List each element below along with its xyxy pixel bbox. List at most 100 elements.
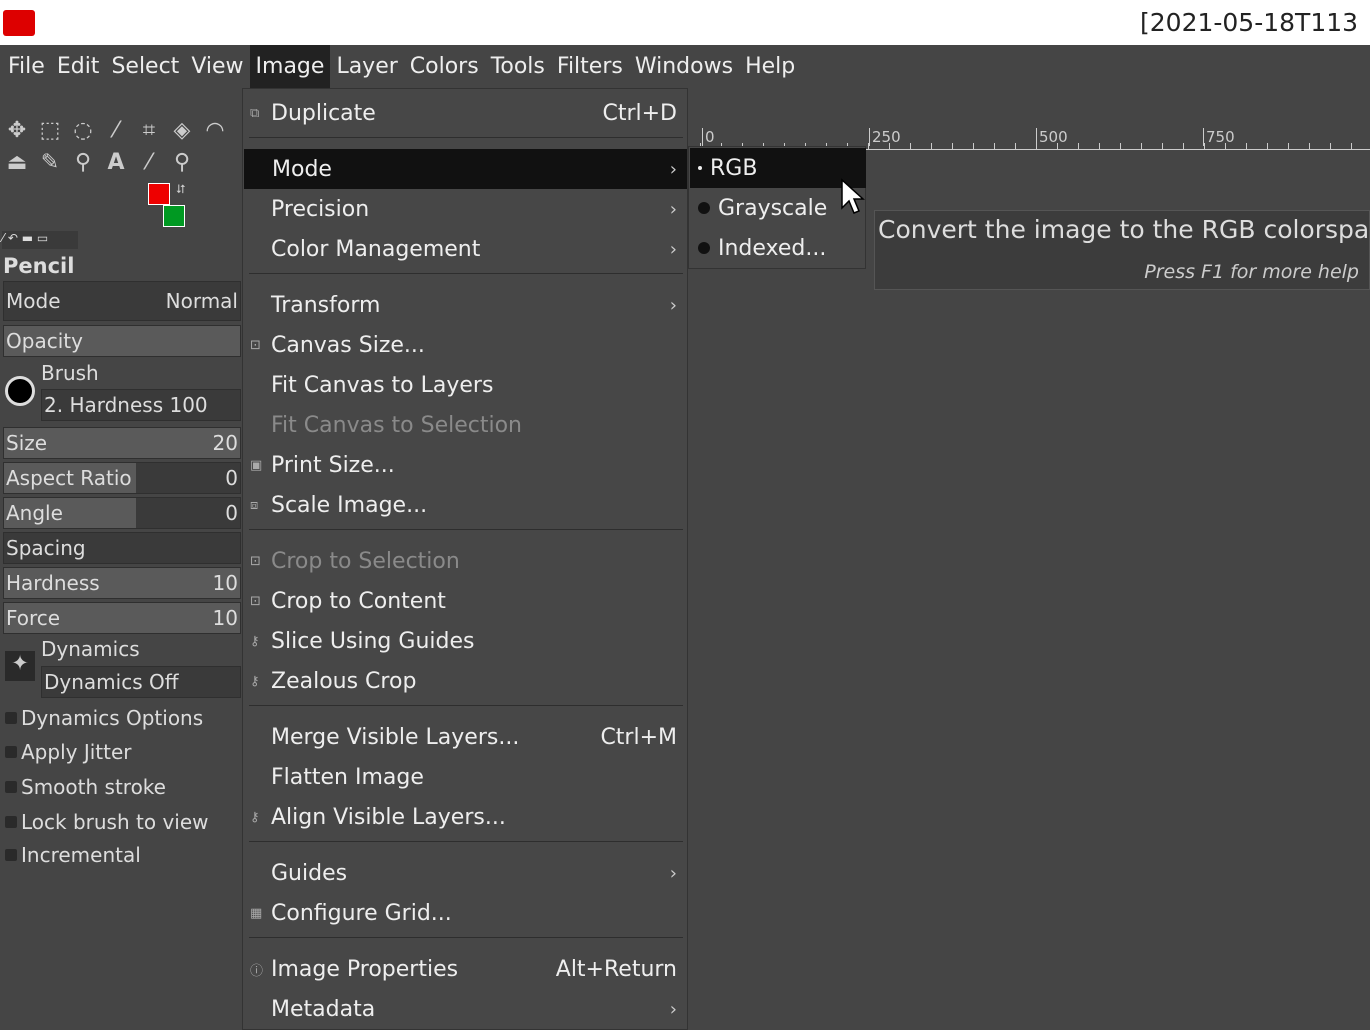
hardness-value: 10 xyxy=(212,571,238,595)
menu-item-color-management[interactable]: Color Management › xyxy=(243,229,687,269)
window-title: [2021-05-18T113 xyxy=(1140,8,1359,37)
brush-select[interactable]: 2. Hardness 100 xyxy=(41,389,241,421)
menu-item-precision[interactable]: Precision › xyxy=(243,189,687,229)
menu-item-configure-grid[interactable]: ▦ Configure Grid... xyxy=(243,893,687,933)
menu-item-label: Merge Visible Layers... xyxy=(271,724,520,750)
menu-separator xyxy=(249,137,683,138)
ruler-tick xyxy=(1225,143,1226,149)
background-color-swatch[interactable] xyxy=(163,205,185,227)
spacing-slider[interactable]: Spacing xyxy=(3,532,241,564)
menu-item-icon: ⚷ xyxy=(250,633,260,649)
menu-item-crop-to-content[interactable]: ⊡ Crop to Content xyxy=(243,581,687,621)
checkbox-box[interactable] xyxy=(5,746,17,758)
menu-item-image-properties[interactable]: ⓘ Image Properties Alt+Return xyxy=(243,949,687,989)
ruler-tick xyxy=(1267,143,1268,149)
checkbox-incremental[interactable]: Incremental xyxy=(5,843,141,867)
menu-tools[interactable]: Tools xyxy=(485,45,551,88)
menu-item-label: Configure Grid... xyxy=(271,900,452,926)
submenu-item-indexed[interactable]: Indexed... xyxy=(690,228,866,268)
checkbox-box[interactable] xyxy=(5,849,17,861)
menu-item-guides[interactable]: Guides › xyxy=(243,853,687,893)
warp-tool-icon[interactable]: ◠ xyxy=(202,118,228,144)
menu-item-scale-image[interactable]: ⧈ Scale Image... xyxy=(243,485,687,525)
toolbox-panel: ✥ ⬚ ◌ ⁄ ⌗ ◈ ◠ ⏏ ✎ ⚲ A ⁄ ⚲ ⮃ ⁄ ↶ ▬ ▭ Penc… xyxy=(0,88,241,1030)
menu-item-zealous-crop[interactable]: ⚷ Zealous Crop xyxy=(243,661,687,701)
color-picker-tool-icon[interactable]: ⁄ xyxy=(136,150,162,176)
brush-preview[interactable] xyxy=(5,376,35,406)
checkbox-dynamics-options[interactable]: Dynamics Options xyxy=(5,706,203,730)
menu-edit[interactable]: Edit xyxy=(51,45,106,88)
menu-item-label: Duplicate xyxy=(271,100,376,126)
paths-tool-icon[interactable]: ⚲ xyxy=(70,150,96,176)
menu-windows[interactable]: Windows xyxy=(629,45,739,88)
aspect-ratio-slider[interactable]: Aspect Ratio 0 xyxy=(3,462,241,494)
size-slider[interactable]: Size 20 xyxy=(3,427,241,459)
menu-file[interactable]: File xyxy=(2,45,51,88)
ruler-tick xyxy=(1057,143,1058,149)
ruler-tick xyxy=(1204,143,1205,149)
smudge-tool-icon[interactable]: ✎ xyxy=(37,150,63,176)
dynamics-value: Dynamics Off xyxy=(44,670,179,694)
menu-filters[interactable]: Filters xyxy=(551,45,629,88)
foreground-color-swatch[interactable] xyxy=(148,183,170,205)
menu-help[interactable]: Help xyxy=(739,45,801,88)
fuzzy-select-tool-icon[interactable]: ⁄ xyxy=(103,118,129,144)
mouse-cursor-icon xyxy=(841,178,865,214)
ruler-tick xyxy=(1246,143,1247,149)
menu-item-duplicate[interactable]: ⧉ Duplicate Ctrl+D xyxy=(243,93,687,133)
text-tool-icon[interactable]: A xyxy=(103,150,129,176)
menu-item-fit-canvas-to-layers[interactable]: Fit Canvas to Layers xyxy=(243,365,687,405)
menu-item-transform[interactable]: Transform › xyxy=(243,285,687,325)
menu-item-crop-to-selection[interactable]: ⊡ Crop to Selection xyxy=(243,541,687,581)
dynamics-select[interactable]: Dynamics Off xyxy=(41,666,241,698)
move-tool-icon[interactable]: ✥ xyxy=(4,118,30,144)
force-slider[interactable]: Force 10 xyxy=(3,602,241,634)
lasso-tool-icon[interactable]: ◌ xyxy=(70,118,96,144)
angle-value: 0 xyxy=(225,501,238,525)
menu-item-canvas-size[interactable]: ⊡ Canvas Size... xyxy=(243,325,687,365)
checkbox-smooth-stroke[interactable]: Smooth stroke xyxy=(5,775,166,799)
menu-separator xyxy=(249,529,683,530)
dock-tabs[interactable]: ⁄ ↶ ▬ ▭ xyxy=(2,231,78,249)
menu-image[interactable]: Image xyxy=(249,45,331,88)
crop-tool-icon[interactable]: ⌗ xyxy=(136,118,162,144)
size-value: 20 xyxy=(212,431,238,455)
checkbox-lock-brush-to-view[interactable]: Lock brush to view xyxy=(5,810,209,834)
menu-colors[interactable]: Colors xyxy=(404,45,485,88)
checkbox-box[interactable] xyxy=(5,781,17,793)
checkbox-box[interactable] xyxy=(5,816,17,828)
ruler-label: 500 xyxy=(1036,128,1068,146)
menu-view[interactable]: View xyxy=(185,45,249,88)
menu-item-icon: ⧈ xyxy=(250,497,259,513)
transform-tool-icon[interactable]: ◈ xyxy=(169,118,195,144)
angle-slider[interactable]: Angle 0 xyxy=(3,497,241,529)
menu-item-flatten-image[interactable]: Flatten Image xyxy=(243,757,687,797)
hardness-slider[interactable]: Hardness 10 xyxy=(3,567,241,599)
ruler-tick xyxy=(889,143,890,149)
force-label: Force xyxy=(6,606,61,630)
title-bar: [2021-05-18T113 xyxy=(0,0,1370,45)
zoom-tool-icon[interactable]: ⚲ xyxy=(169,150,195,176)
swap-colors-icon[interactable]: ⮃ xyxy=(176,182,186,197)
checkbox-apply-jitter[interactable]: Apply Jitter xyxy=(5,740,132,764)
menu-item-slice-using-guides[interactable]: ⚷ Slice Using Guides xyxy=(243,621,687,661)
ruler-tick xyxy=(910,143,911,149)
rect-select-tool-icon[interactable]: ⬚ xyxy=(37,118,63,144)
menu-item-metadata[interactable]: Metadata › xyxy=(243,989,687,1029)
menu-item-icon: ⊡ xyxy=(250,553,261,569)
menu-select[interactable]: Select xyxy=(105,45,185,88)
menu-item-label: Zealous Crop xyxy=(271,668,417,694)
menu-item-shortcut: Alt+Return xyxy=(555,956,677,982)
menu-item-icon: ⚷ xyxy=(250,673,260,689)
menu-item-mode[interactable]: Mode › xyxy=(244,149,687,189)
menu-item-print-size[interactable]: ▣ Print Size... xyxy=(243,445,687,485)
menu-item-align-visible-layers[interactable]: ⚷ Align Visible Layers... xyxy=(243,797,687,837)
dynamics-icon[interactable]: ✦ xyxy=(5,651,35,681)
menu-layer[interactable]: Layer xyxy=(330,45,403,88)
menu-item-fit-canvas-to-selection[interactable]: Fit Canvas to Selection xyxy=(243,405,687,445)
opacity-slider[interactable]: Opacity xyxy=(3,325,241,357)
menu-item-merge-visible-layers[interactable]: Merge Visible Layers... Ctrl+M xyxy=(243,717,687,757)
clone-tool-icon[interactable]: ⏏ xyxy=(4,150,30,176)
mode-select[interactable]: Mode Normal xyxy=(3,281,241,321)
checkbox-box[interactable] xyxy=(5,712,17,724)
